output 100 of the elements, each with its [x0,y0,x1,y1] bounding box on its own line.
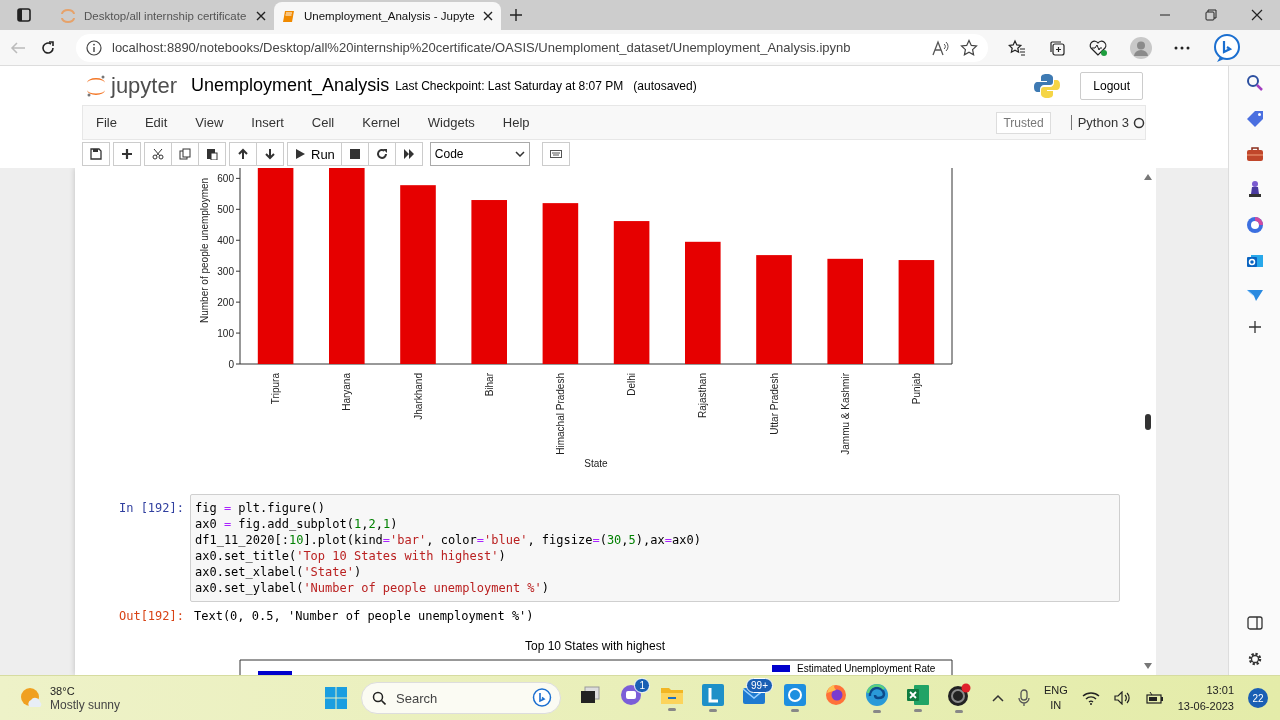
notification-badge[interactable]: 22 [1248,688,1268,708]
search-field[interactable]: Search [394,689,524,707]
battery-icon[interactable] [1145,691,1164,705]
search-icon[interactable] [1245,74,1264,92]
copy-icon [179,148,191,160]
microphone-icon[interactable] [1017,689,1030,707]
x-tick-label: Jharkhand [412,373,424,420]
command-palette-icon [549,148,562,160]
x-tick-label: Jammu & Kashmir [839,373,851,455]
save-button[interactable] [82,142,110,166]
output-text: Text(0, 0.5, 'Number of people unemployment %') [193,608,534,624]
code-cell[interactable] [190,494,1120,602]
scroll-up-icon[interactable] [1143,173,1153,181]
python-logo-icon [1034,72,1061,99]
move-down-button[interactable] [256,142,284,166]
cut-button[interactable] [144,142,172,166]
send-icon[interactable] [1245,288,1264,302]
windows-start-icon[interactable] [325,687,347,709]
stop-button[interactable] [340,142,369,166]
more-options-icon[interactable] [1174,45,1190,50]
clock[interactable]: 13:01 13-06-2023 [1177,682,1234,714]
browser-tab[interactable]: Unemployment_Analysis - Jupyte [274,2,501,30]
cut-icon [152,148,164,160]
menu-item[interactable]: Widgets [427,115,475,130]
search-icon [372,691,386,705]
favorites-icon[interactable] [1008,38,1026,57]
menu-item[interactable]: View [195,115,224,130]
menu-item[interactable]: File [96,115,117,130]
menu-item[interactable]: Help [502,115,530,130]
y-tick-label: 500 [217,203,234,215]
move-up-button[interactable] [229,142,257,166]
browser-tab[interactable]: Desktop/all internship certificate [52,2,274,30]
command-palette-button[interactable] [541,142,570,166]
x-tick-label: Rajasthan [697,373,709,419]
run-icon [294,148,306,160]
letter-tile-icon [702,684,724,706]
chess-piece-icon[interactable] [1246,180,1263,198]
tab-actions-icon[interactable] [17,8,31,22]
legend-label: Estimated Unemployment Rate [797,663,936,674]
wifi-icon[interactable] [1081,691,1100,705]
menu-item[interactable]: Kernel [362,115,400,130]
menu-item[interactable]: Edit [144,115,168,130]
x-tick-label: Uttar Pradesh [768,373,780,435]
read-aloud-icon[interactable] [932,39,950,56]
address-field[interactable]: localhost:8890/notebooks/Desktop/all%20internship%20certificate/OASIS/Unemploment_dataset/Unemployment_Analysis.ipynb [76,33,988,62]
health-heart-icon[interactable] [1088,38,1108,57]
firefox-icon [825,684,847,706]
kernel-name[interactable]: Python 3 [1070,115,1129,130]
run-all-button[interactable] [394,142,423,166]
add-icon[interactable] [1247,320,1262,334]
x-tick-label: Tripura [270,373,282,405]
count-badge: 99+ [746,678,773,693]
office-icon[interactable] [1245,216,1264,234]
y-tick [235,363,241,365]
tag-icon[interactable] [1245,110,1264,128]
chat-icon [620,684,642,706]
code-line: df1_11_2020[:10].plot(kind='bar', color='blue', figsize=(30,5),ax=ax0) [195,532,701,548]
code-line: ax0.set_title('Top 10 States with highest') [195,548,506,564]
close-icon[interactable] [482,11,493,21]
outlook-icon[interactable] [1245,252,1264,270]
search-bar[interactable]: Search [361,682,561,714]
y-axis-label: Number of people unemploymen [199,177,210,323]
menu-item[interactable]: Cell [311,115,335,130]
code-line: fig = plt.figure() [195,500,326,516]
close-icon[interactable] [256,11,266,21]
y-tick [235,332,241,334]
record-circle-icon [947,683,971,707]
restore-icon[interactable] [1205,9,1217,21]
sidebar-toggle-icon[interactable] [1246,615,1263,631]
chat-bubble-icon[interactable] [1212,32,1242,63]
insert-cell-button[interactable] [113,142,141,166]
restart-icon [375,148,388,160]
star-icon[interactable] [960,38,978,57]
toolbox-icon[interactable] [1245,146,1264,162]
taskbar-app[interactable]: 99+ [735,678,773,718]
restart-button[interactable] [367,142,396,166]
notebook-name[interactable]: Unemployment_Analysis [191,75,390,96]
save-icon [90,148,102,160]
logout-button[interactable]: Logout [1080,71,1143,100]
paste-button[interactable] [198,142,226,166]
scroll-down-icon[interactable] [1143,662,1153,670]
close-icon[interactable] [1251,9,1263,21]
show-hidden-icons-icon[interactable] [991,694,1004,702]
menu-item[interactable]: Insert [251,115,284,130]
new-tab-icon[interactable] [508,8,523,22]
y-tick-label: 400 [217,234,234,246]
logo-text: jupyter [111,72,178,99]
scrollbar-thumb[interactable] [1145,413,1151,430]
profile-avatar-icon[interactable] [1130,36,1152,59]
spreadsheet-icon [906,684,930,706]
refresh-icon[interactable] [40,39,56,56]
taskbar-app[interactable]: 1 [612,678,650,718]
settings-icon[interactable] [1246,651,1263,667]
y-tick [235,208,241,210]
collections-icon[interactable] [1048,38,1066,57]
language-indicator[interactable]: ENG IN [1043,683,1068,713]
trusted-badge[interactable]: Trusted [996,111,1051,134]
cell-type-dropdown[interactable]: Code [429,142,530,166]
run-button[interactable]: Run [287,142,342,166]
volume-icon[interactable] [1113,691,1132,705]
